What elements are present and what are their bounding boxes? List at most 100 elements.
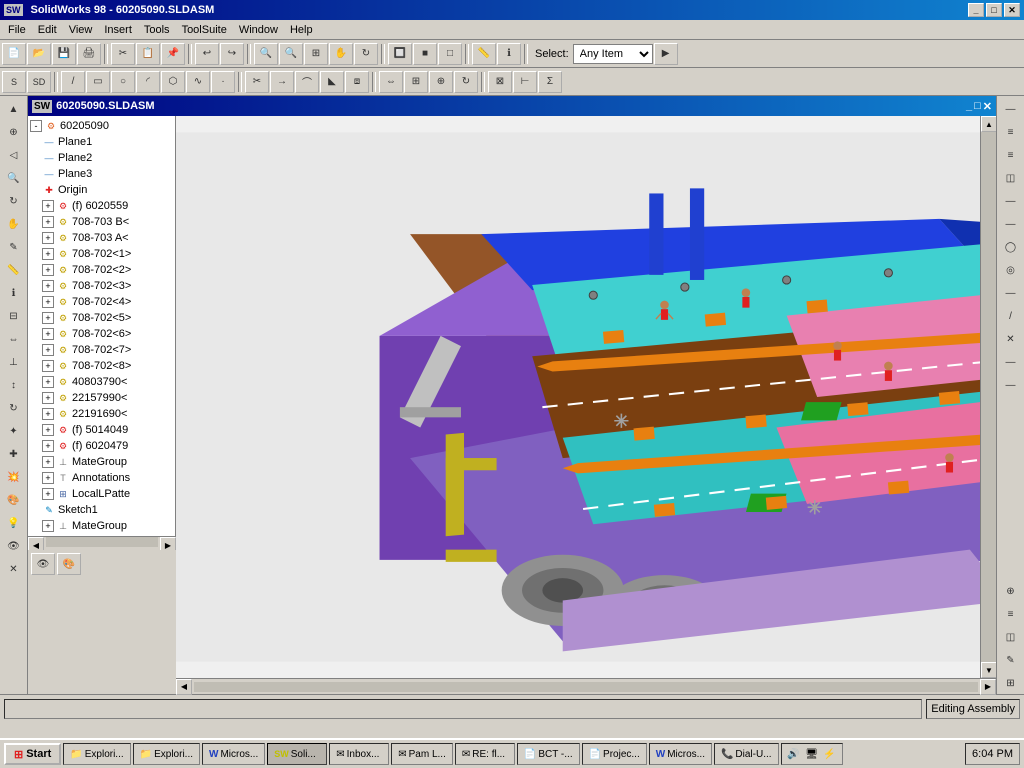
right-icon-5[interactable]: — <box>1000 190 1022 212</box>
taskbar-item-0[interactable]: 📁 Explori... <box>63 743 130 765</box>
right-icon-3[interactable]: ≡ <box>1000 144 1022 166</box>
taskbar-item-6[interactable]: ✉ RE: fl... <box>455 743 515 765</box>
sidebar-smart-mates[interactable]: ✦ <box>3 420 25 442</box>
comp2-expander[interactable]: + <box>42 216 54 228</box>
sidebar-xhat[interactable]: ✕ <box>3 558 25 580</box>
tree-item-mategroup1[interactable]: + ⊥ MateGroup <box>30 454 173 470</box>
comp11-expander[interactable]: + <box>42 360 54 372</box>
start-button[interactable]: ⊞ Start <box>4 743 61 765</box>
lp-expander[interactable]: + <box>42 488 54 500</box>
taskbar-item-3[interactable]: SW Soli... <box>267 743 327 765</box>
zoom-out-button[interactable]: 🔍 <box>254 43 278 65</box>
tree-eye-button[interactable]: 👁 <box>31 553 55 575</box>
point-button[interactable]: · <box>211 71 235 93</box>
doc-close[interactable]: ✕ <box>983 100 992 113</box>
move-button[interactable]: ⊕ <box>429 71 453 93</box>
taskbar-item-2[interactable]: W Micros... <box>202 743 265 765</box>
tree-item-plane2[interactable]: — Plane2 <box>30 150 173 166</box>
zoom-in-button[interactable]: 🔍 <box>279 43 303 65</box>
tree-item-localpattern[interactable]: + ⊞ LocalLPatte <box>30 486 173 502</box>
tree-item-comp5[interactable]: + ⚙ 708-702<2> <box>30 262 173 278</box>
right-icon-13[interactable]: — <box>1000 374 1022 396</box>
menu-toolsuite[interactable]: ToolSuite <box>176 22 233 38</box>
right-icon-8[interactable]: ◎ <box>1000 259 1022 281</box>
tree-item-origin[interactable]: ✚ Origin <box>30 182 173 198</box>
sidebar-zoom-area[interactable]: 🔍 <box>3 167 25 189</box>
comp6-expander[interactable]: + <box>42 280 54 292</box>
sidebar-hide[interactable]: 👁 <box>3 535 25 557</box>
ann-expander[interactable]: + <box>42 472 54 484</box>
offset-button[interactable]: ⧈ <box>345 71 369 93</box>
root-expander[interactable]: - <box>30 120 42 132</box>
equations-button[interactable]: Σ <box>538 71 562 93</box>
right-icon-18[interactable]: ⊞ <box>1000 672 1022 694</box>
comp16-expander[interactable]: + <box>42 440 54 452</box>
select-arrow-button[interactable]: ▶ <box>654 43 678 65</box>
chamfer-button[interactable]: ◣ <box>320 71 344 93</box>
doc-maximize[interactable]: □ <box>974 100 981 113</box>
tree-item-comp12[interactable]: + ⚙ 40803790< <box>30 374 173 390</box>
line-button[interactable]: / <box>61 71 85 93</box>
taskbar-item-4[interactable]: ✉ Inbox... <box>329 743 389 765</box>
comp14-expander[interactable]: + <box>42 408 54 420</box>
sidebar-measure2[interactable]: 📏 <box>3 259 25 281</box>
comp5-expander[interactable]: + <box>42 264 54 276</box>
cut-button[interactable]: ✂ <box>111 43 135 65</box>
scroll-track-v[interactable] <box>981 132 996 662</box>
tree-scroll-track[interactable] <box>46 537 158 547</box>
save-button[interactable]: 💾 <box>52 43 76 65</box>
minimize-button[interactable]: _ <box>968 3 984 17</box>
tree-item-comp15[interactable]: + ⚙ (f) 5014049 <box>30 422 173 438</box>
sidebar-zoom-select[interactable]: ⊕ <box>3 121 25 143</box>
fillet-button[interactable]: ⌒ <box>295 71 319 93</box>
right-icon-6[interactable]: — <box>1000 213 1022 235</box>
taskbar-item-9[interactable]: W Micros... <box>649 743 712 765</box>
pattern-button[interactable]: ⊞ <box>404 71 428 93</box>
right-icon-16[interactable]: ◫ <box>1000 626 1022 648</box>
sidebar-colstyle[interactable]: 🎨 <box>3 489 25 511</box>
comp15-expander[interactable]: + <box>42 424 54 436</box>
tree-item-comp6[interactable]: + ⚙ 708-702<3> <box>30 278 173 294</box>
sidebar-explode[interactable]: 💥 <box>3 466 25 488</box>
relations-button[interactable]: ⊢ <box>513 71 537 93</box>
sidebar-3dsketch[interactable]: ✎ <box>3 236 25 258</box>
new-button[interactable]: 📄 <box>2 43 26 65</box>
taskbar-item-1[interactable]: 📁 Explori... <box>133 743 200 765</box>
rect-button[interactable]: ▭ <box>86 71 110 93</box>
paste-button[interactable]: 📌 <box>161 43 185 65</box>
right-icon-2[interactable]: ≡ <box>1000 121 1022 143</box>
sidebar-pan2[interactable]: ✋ <box>3 213 25 235</box>
shaded-button[interactable]: ■ <box>413 43 437 65</box>
right-icon-12[interactable]: — <box>1000 351 1022 373</box>
select-dropdown[interactable]: Any Item Components Faces Edges <box>573 44 653 64</box>
scroll-track-h[interactable] <box>194 682 978 692</box>
sidebar-rotate3d[interactable]: ↻ <box>3 190 25 212</box>
print-button[interactable]: 🖨 <box>77 43 101 65</box>
tree-item-plane1[interactable]: — Plane1 <box>30 134 173 150</box>
sidebar-pointer[interactable]: ▲ <box>3 98 25 120</box>
menu-help[interactable]: Help <box>284 22 319 38</box>
comp3-expander[interactable]: + <box>42 232 54 244</box>
wireframe-button[interactable]: □ <box>438 43 462 65</box>
tree-item-comp4[interactable]: + ⚙ 708-702<1> <box>30 246 173 262</box>
trim-button[interactable]: ✂ <box>245 71 269 93</box>
comp13-expander[interactable]: + <box>42 392 54 404</box>
comp7-expander[interactable]: + <box>42 296 54 308</box>
copy-button[interactable]: 📋 <box>136 43 160 65</box>
zoom-fit-button[interactable]: ⊞ <box>304 43 328 65</box>
view-orient-button[interactable]: 🔲 <box>388 43 412 65</box>
tree-item-comp1[interactable]: + ⚙ (f) 6020559 <box>30 198 173 214</box>
comp12-expander[interactable]: + <box>42 376 54 388</box>
arc-button[interactable]: ◜ <box>136 71 160 93</box>
mg1-expander[interactable]: + <box>42 456 54 468</box>
mirror-button[interactable]: ⇔ <box>379 71 403 93</box>
tree-item-comp10[interactable]: + ⚙ 708-702<7> <box>30 342 173 358</box>
right-icon-10[interactable]: / <box>1000 305 1022 327</box>
tree-item-annotations[interactable]: + T Annotations <box>30 470 173 486</box>
comp9-expander[interactable]: + <box>42 328 54 340</box>
taskbar-item-5[interactable]: ✉ Pam L... <box>391 743 453 765</box>
sketch-button[interactable]: S <box>2 71 26 93</box>
comp8-expander[interactable]: + <box>42 312 54 324</box>
extend-button[interactable]: → <box>270 71 294 93</box>
taskbar-item-10[interactable]: 📞 Dial-U... <box>714 743 779 765</box>
